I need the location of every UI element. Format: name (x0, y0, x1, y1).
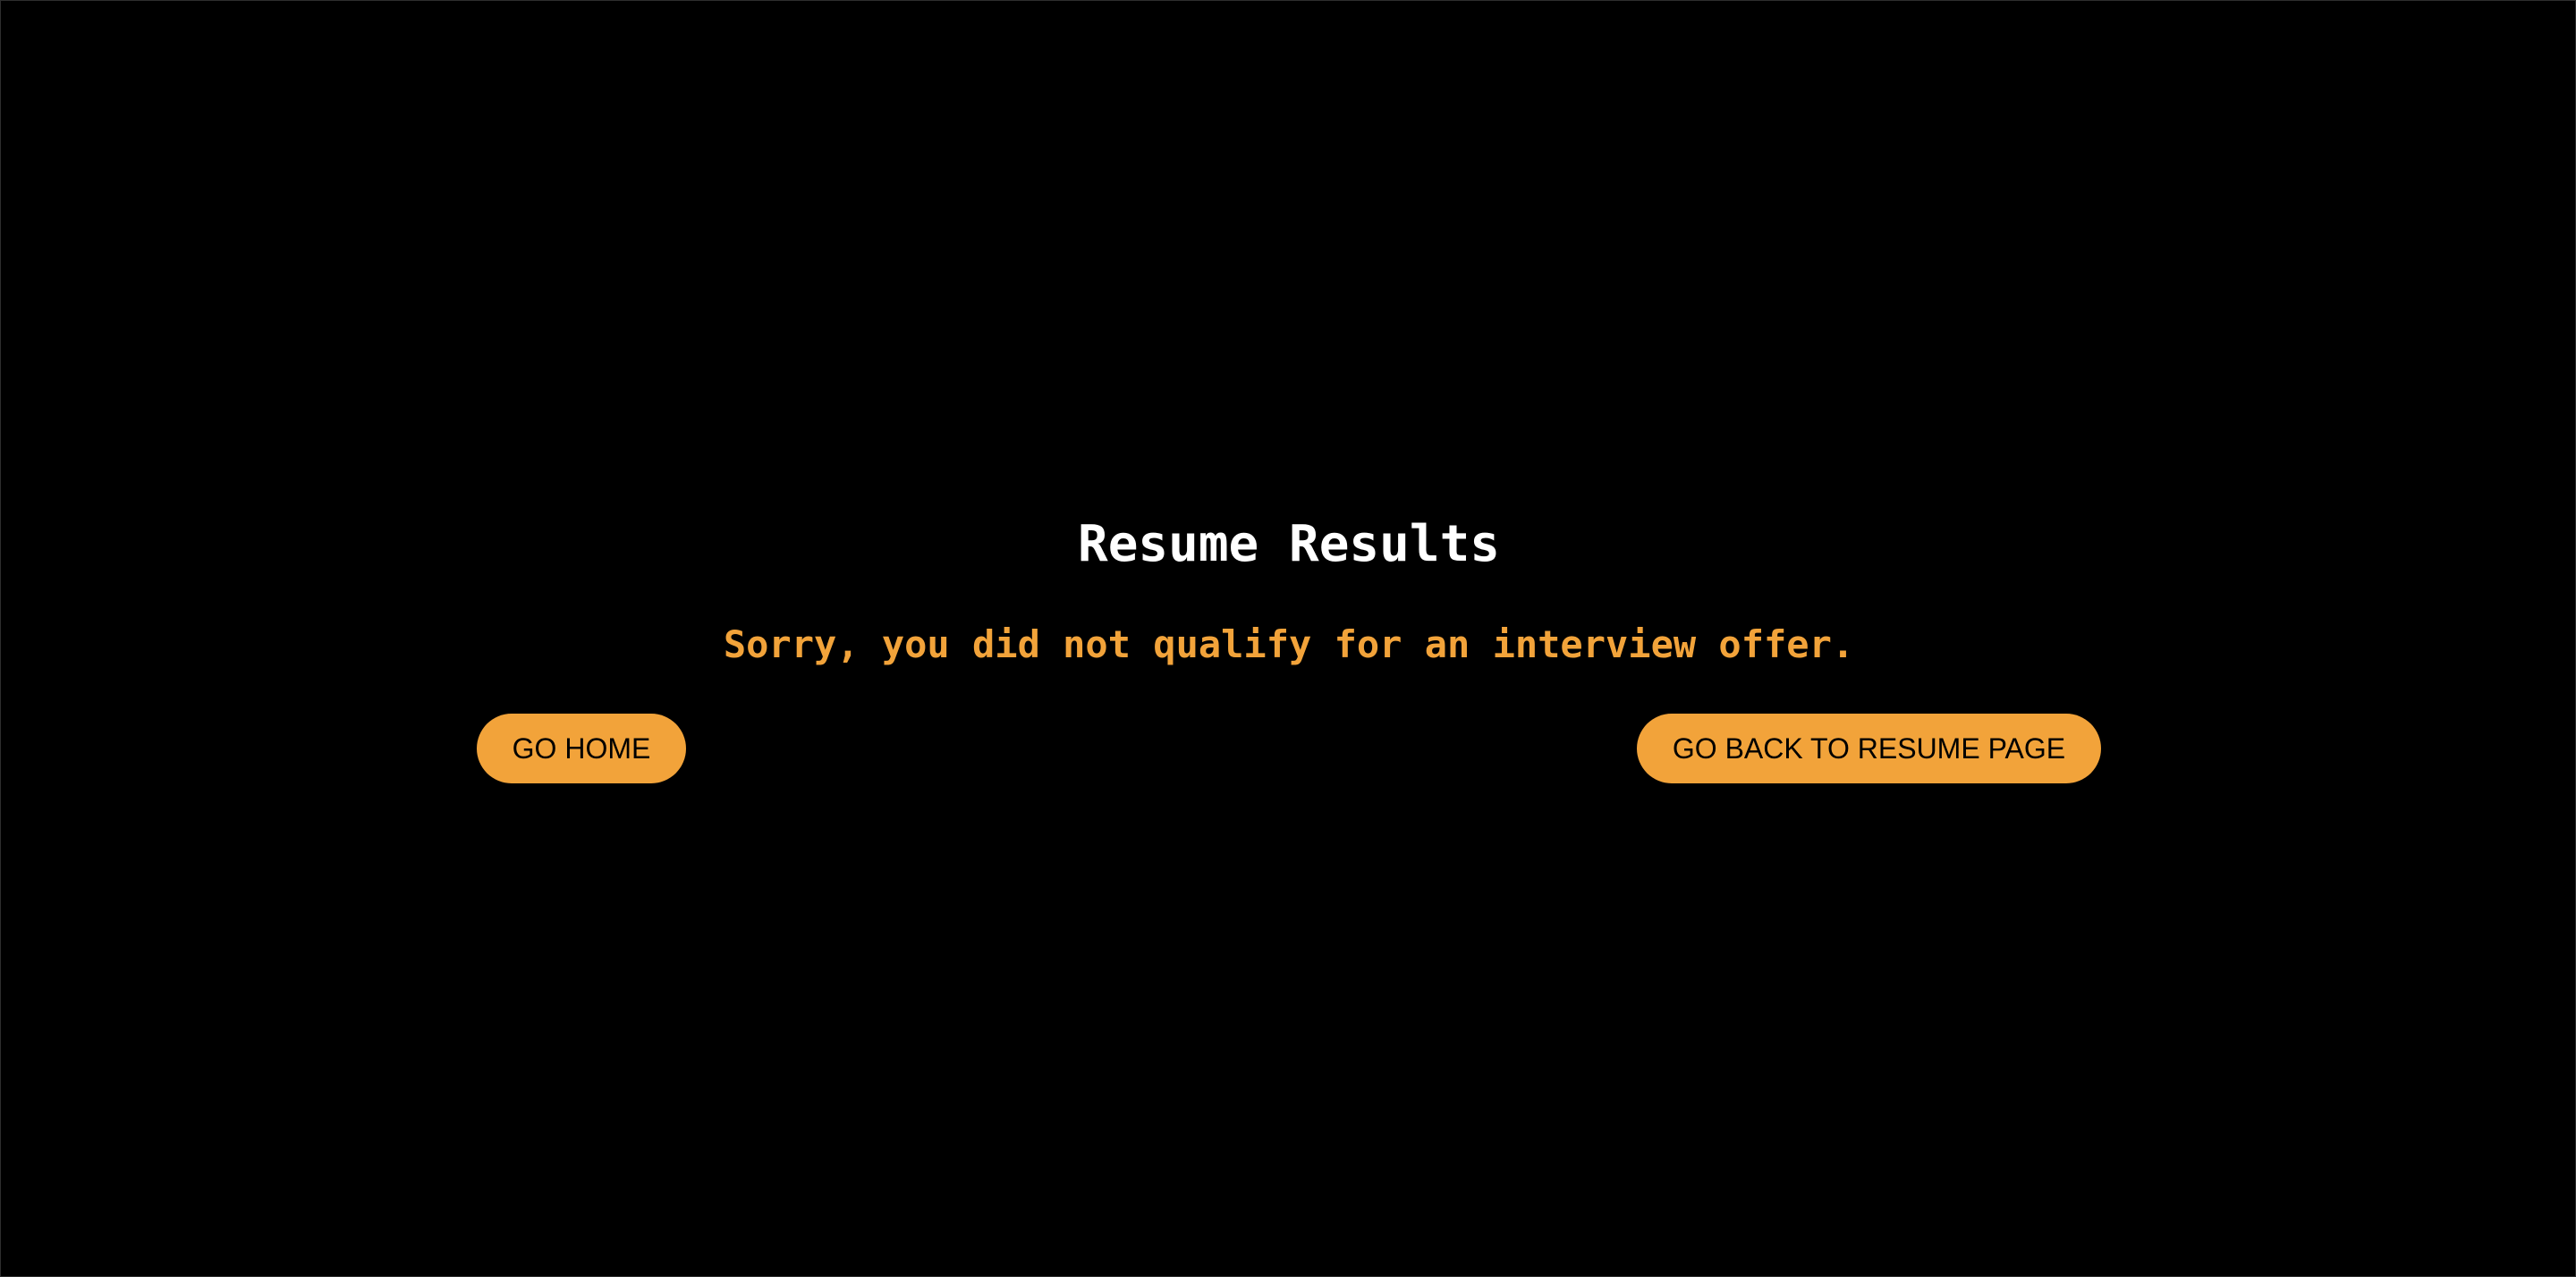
page-container: Resume Results Sorry, you did not qualif… (0, 0, 2576, 1277)
go-back-to-resume-button[interactable]: GO BACK TO RESUME PAGE (1637, 714, 2101, 783)
go-home-button[interactable]: GO HOME (477, 714, 686, 783)
result-message: Sorry, you did not qualify for an interv… (723, 622, 1855, 666)
page-title: Resume Results (1077, 515, 1500, 573)
